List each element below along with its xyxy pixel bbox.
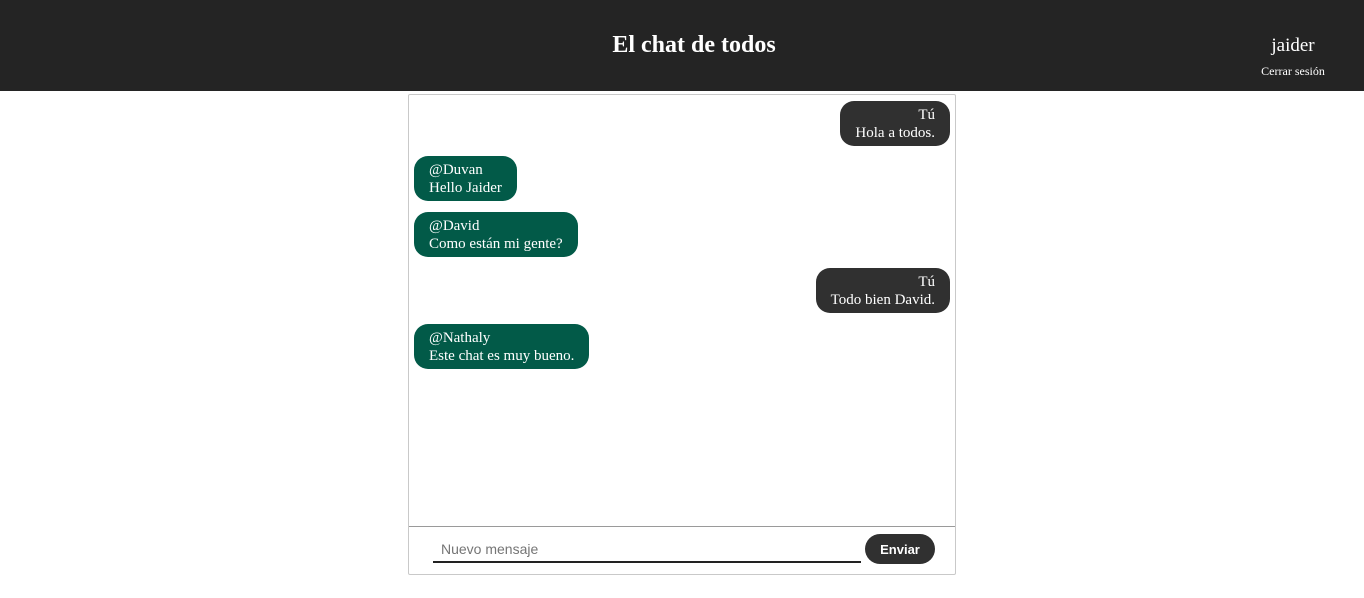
message-text: Todo bien David. — [830, 292, 935, 308]
message-text: Este chat es muy bueno. — [429, 348, 575, 364]
message-author: @David — [429, 218, 480, 234]
message-bubble-incoming: @Duvan Hello Jaider — [414, 156, 517, 201]
message-text: Hello Jaider — [429, 180, 502, 196]
message-bubble-incoming: @David Como están mi gente? — [414, 212, 578, 257]
message-author: @Nathaly — [429, 330, 491, 346]
message-bubble-outgoing: Tú Todo bien David. — [815, 268, 950, 313]
message-bubble-outgoing: Tú Hola a todos. — [840, 101, 950, 146]
message-list[interactable]: Tú Hola a todos. @Duvan Hello Jaider @Da… — [409, 95, 955, 527]
chat-panel: Tú Hola a todos. @Duvan Hello Jaider @Da… — [408, 94, 956, 575]
message-text: Como están mi gente? — [429, 236, 563, 252]
message-author: @Duvan — [429, 162, 483, 178]
message-author: Tú — [918, 107, 935, 123]
username: jaider — [1271, 35, 1315, 56]
message-input[interactable] — [433, 536, 861, 563]
user-menu: jaider Cerrar sesión — [1233, 35, 1353, 78]
message-bubble-incoming: @Nathaly Este chat es muy bueno. — [414, 324, 590, 369]
page-title: El chat de todos — [612, 32, 776, 58]
message-author: Tú — [918, 274, 935, 290]
message-text: Hola a todos. — [855, 125, 935, 141]
app-header: El chat de todos jaider Cerrar sesión — [0, 0, 1364, 91]
send-button[interactable]: Enviar — [865, 534, 935, 564]
logout-link[interactable]: Cerrar sesión — [1233, 64, 1353, 78]
message-composer: Enviar — [409, 527, 955, 574]
